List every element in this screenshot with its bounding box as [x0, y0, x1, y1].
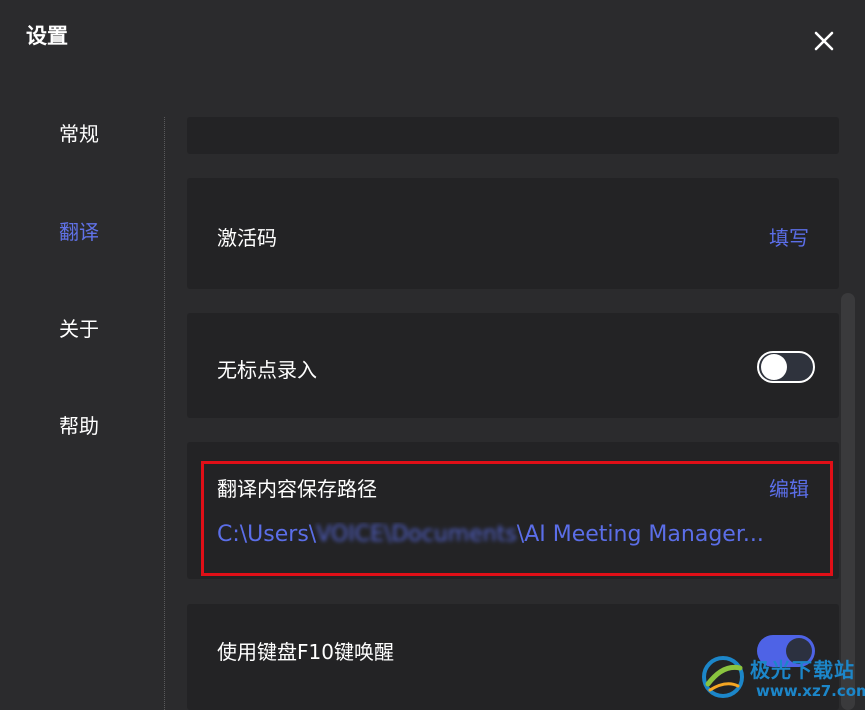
settings-card-partial	[187, 117, 839, 154]
path-prefix: C:\Users\	[217, 522, 317, 547]
hotkey-wake-label: 使用键盘F10键唤醒	[217, 640, 394, 664]
save-path-value[interactable]: C:\Users\VOICE\Documents\AI Meeting Mana…	[217, 522, 817, 547]
close-button[interactable]	[806, 23, 842, 59]
sidebar: 常规 翻译 关于 帮助	[0, 0, 164, 710]
site-logo-icon	[702, 656, 744, 698]
save-path-row: 翻译内容保存路径 编辑 C:\Users\VOICE\Documents\AI …	[187, 442, 839, 579]
edit-path-link[interactable]: 编辑	[769, 473, 809, 502]
path-suffix: \AI Meeting Manager...	[516, 522, 764, 547]
save-path-label: 翻译内容保存路径	[217, 477, 377, 501]
sidebar-item-general[interactable]: 常规	[59, 118, 99, 147]
watermark-name: 极光下载站	[750, 658, 855, 682]
activation-code-label: 激活码	[217, 226, 277, 250]
watermark: 极光下载站 www.xz7.com	[700, 650, 865, 706]
toggle-knob	[761, 354, 787, 380]
path-blurred-segment: VOICE\Documents	[316, 522, 517, 547]
no-punctuation-row: 无标点录入	[187, 313, 839, 418]
sidebar-item-about[interactable]: 关于	[59, 313, 99, 342]
close-icon	[814, 31, 834, 51]
activation-code-row: 激活码 填写	[187, 178, 839, 289]
no-punctuation-label: 无标点录入	[217, 358, 317, 382]
fill-activation-link[interactable]: 填写	[769, 222, 809, 251]
watermark-url: www.xz7.com	[756, 682, 865, 700]
sidebar-divider	[164, 117, 165, 710]
scrollbar-thumb[interactable]	[841, 293, 855, 710]
sidebar-item-translate[interactable]: 翻译	[59, 216, 99, 245]
sidebar-item-help[interactable]: 帮助	[59, 410, 99, 439]
no-punctuation-toggle[interactable]	[757, 351, 815, 383]
